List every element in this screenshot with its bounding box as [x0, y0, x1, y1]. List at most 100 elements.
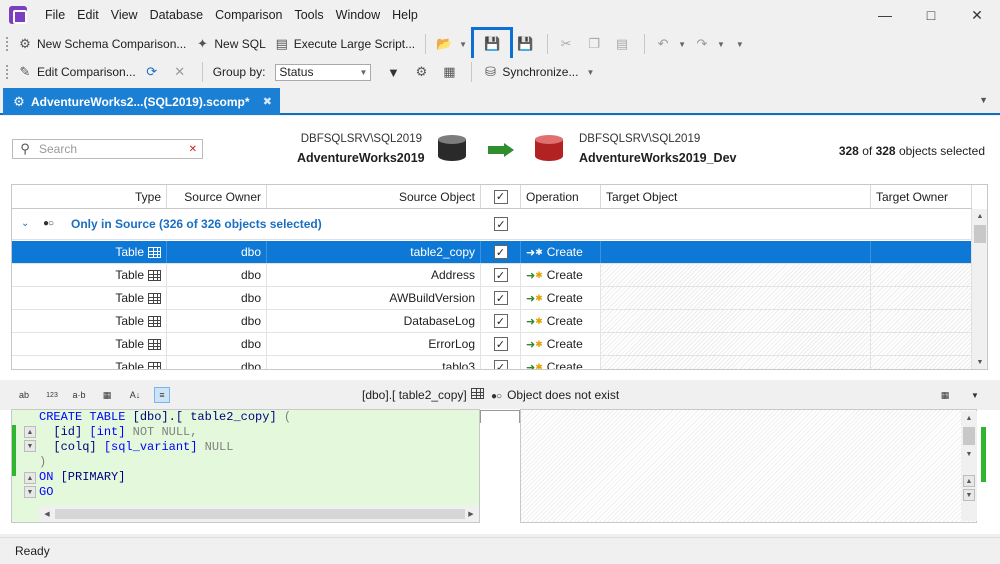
menu-view[interactable]: View	[105, 0, 144, 30]
row-checkbox[interactable]: ✓	[493, 245, 508, 259]
menu-edit[interactable]: Edit	[71, 0, 105, 30]
scroll-down-icon[interactable]: ▼	[961, 447, 977, 461]
scroll-up-icon[interactable]: ▲	[972, 209, 987, 223]
table-icon	[148, 292, 161, 304]
row-checkbox[interactable]: ✓	[493, 337, 508, 351]
status-text: Ready	[15, 544, 50, 558]
column-header-target-object[interactable]: Target Object	[601, 185, 871, 208]
save-button[interactable]: 💾	[471, 27, 514, 61]
column-header-target-owner[interactable]: Target Owner	[871, 185, 972, 208]
group-checkbox[interactable]: ✓	[494, 217, 508, 231]
menu-comparison[interactable]: Comparison	[209, 0, 288, 30]
open-button[interactable]: 📂 ▼	[432, 32, 471, 56]
column-header-source-owner[interactable]: Source Owner	[167, 185, 267, 208]
scroll-left-icon[interactable]: ◀	[39, 507, 55, 521]
operation-cell[interactable]: ➜ ✱ Create	[521, 333, 601, 355]
tab-close-icon[interactable]: ✖	[263, 95, 272, 108]
undo-button[interactable]: ↶ ▼	[651, 32, 690, 56]
menu-help[interactable]: Help	[386, 0, 424, 30]
operation-cell[interactable]: ➜ ✱ Create	[521, 356, 601, 369]
edit-comparison-button[interactable]: ✎ Edit Comparison...	[13, 60, 140, 84]
table-row[interactable]: Table dbo AWBuildVersion ✓ ➜ ✱ Create	[12, 287, 972, 310]
operation-cell[interactable]: ➜ ✱ Create	[521, 241, 601, 263]
row-checkbox[interactable]: ✓	[493, 360, 508, 369]
column-header-source-object[interactable]: Source Object	[267, 185, 481, 208]
group-row-only-in-source[interactable]: ⌄ ●○ Only in Source (326 of 326 objects …	[12, 209, 972, 240]
prev-diff-icon[interactable]: ▲	[24, 472, 36, 484]
new-schema-comparison-button[interactable]: ⚙ New Schema Comparison...	[13, 32, 190, 56]
table-row[interactable]: Table dbo tablo3 ✓ ➜ ✱ Create	[12, 356, 972, 369]
table-icon	[470, 388, 484, 399]
refresh-button[interactable]: ⟳	[140, 60, 168, 84]
filter-settings-button[interactable]: ⚙	[409, 60, 437, 84]
table-row[interactable]: Table dbo table2_copy ✓ ➜ ✱ Create	[12, 241, 972, 264]
row-checkbox[interactable]: ✓	[493, 314, 508, 328]
horizontal-scrollbar[interactable]: ◀ ▶	[39, 506, 479, 522]
close-icon[interactable]: ✕	[954, 0, 1000, 30]
source-code-pane[interactable]: ▲ ▼ ▲ ▼ CREATE TABLE [dbo].[ table2_copy…	[11, 409, 480, 523]
select-all-checkbox[interactable]: ✓	[493, 189, 508, 204]
scroll-thumb[interactable]	[963, 427, 975, 445]
column-header-include[interactable]: ✓	[481, 185, 521, 208]
menu-tools[interactable]: Tools	[288, 0, 329, 30]
scroll-thumb[interactable]	[55, 509, 465, 519]
new-sql-button[interactable]: ✦ New SQL	[190, 32, 269, 56]
tab-schema-comparison[interactable]: ⚙ AdventureWorks2...(SQL2019).scomp* ✖	[3, 88, 280, 115]
maximize-icon[interactable]: □	[908, 0, 954, 30]
stop-button[interactable]: ✕	[168, 60, 196, 84]
row-checkbox[interactable]: ✓	[493, 268, 508, 282]
table-icon	[148, 269, 161, 281]
ignore-numbers-icon[interactable]: 123	[44, 387, 60, 403]
tab-list-chevron-icon[interactable]: ▼	[979, 95, 988, 105]
app-logo-icon	[9, 6, 27, 24]
scroll-up-icon[interactable]: ▲	[961, 411, 977, 425]
redo-button[interactable]: ↷ ▼	[690, 32, 729, 56]
column-header-operation[interactable]: Operation	[521, 185, 601, 208]
next-diff-icon[interactable]: ▼	[963, 489, 975, 501]
report-button[interactable]: ▦	[437, 60, 465, 84]
word-wrap-icon[interactable]: ≡	[154, 387, 170, 403]
table-row[interactable]: Table dbo ErrorLog ✓ ➜ ✱ Create	[12, 333, 972, 356]
chevron-down-icon[interactable]: ▼	[967, 387, 983, 403]
type-text: Table	[115, 337, 144, 351]
group-by-select[interactable]: Status ▼	[275, 63, 372, 81]
next-diff-icon[interactable]: ▼	[24, 486, 36, 498]
save-all-button[interactable]: 💾	[513, 32, 541, 56]
scroll-right-icon[interactable]: ▶	[463, 507, 479, 521]
operation-cell[interactable]: ➜ ✱ Create	[521, 310, 601, 332]
menu-file[interactable]: File	[39, 0, 71, 30]
copy-button[interactable]: ❐	[582, 32, 610, 56]
scroll-down-icon[interactable]: ▼	[972, 355, 987, 369]
menu-database[interactable]: Database	[144, 0, 210, 30]
menu-window[interactable]: Window	[330, 0, 386, 30]
execute-large-script-button[interactable]: ▤ Execute Large Script...	[270, 32, 419, 56]
paste-button[interactable]: ▤	[610, 32, 638, 56]
sort-icon[interactable]: A↓	[127, 387, 143, 403]
grid-vertical-scrollbar[interactable]: ▲ ▼	[971, 209, 987, 369]
cut-button[interactable]: ✂	[554, 32, 582, 56]
table-row[interactable]: Table dbo Address ✓ ➜ ✱ Create	[12, 264, 972, 287]
column-header-type[interactable]: Type	[12, 185, 167, 208]
ignore-comments-icon[interactable]: ▦	[99, 387, 115, 403]
collapse-chevron-icon[interactable]: ⌄	[21, 218, 29, 229]
scroll-up-icon[interactable]: ▲	[24, 426, 36, 438]
table-row[interactable]: Table dbo DatabaseLog ✓ ➜ ✱ Create	[12, 310, 972, 333]
filter-button[interactable]: ▼	[381, 60, 409, 84]
operation-cell[interactable]: ➜ ✱ Create	[521, 264, 601, 286]
scroll-thumb[interactable]	[974, 225, 986, 243]
ignore-whitespace-icon[interactable]: a·b	[71, 387, 87, 403]
clear-search-icon[interactable]: ✕	[189, 144, 197, 155]
synchronize-button[interactable]: ⛁ Synchronize... ▼	[478, 60, 598, 84]
minimize-icon[interactable]: —	[862, 0, 908, 30]
ignore-case-icon[interactable]: ab	[16, 387, 32, 403]
operation-text: Create	[546, 268, 583, 282]
toolbar-overflow-button[interactable]: ▼	[729, 32, 748, 56]
search-input[interactable]: ⚲ Search ✕	[12, 139, 203, 159]
prev-diff-icon[interactable]: ▲	[963, 475, 975, 487]
operation-cell[interactable]: ➜ ✱ Create	[521, 287, 601, 309]
scroll-down-icon[interactable]: ▼	[24, 440, 36, 452]
target-vertical-scrollbar[interactable]: ▲ ▼ ▲ ▼	[961, 411, 977, 521]
target-code-pane[interactable]	[520, 409, 977, 523]
row-checkbox[interactable]: ✓	[493, 291, 508, 305]
layout-icon[interactable]: ▦	[937, 387, 953, 403]
